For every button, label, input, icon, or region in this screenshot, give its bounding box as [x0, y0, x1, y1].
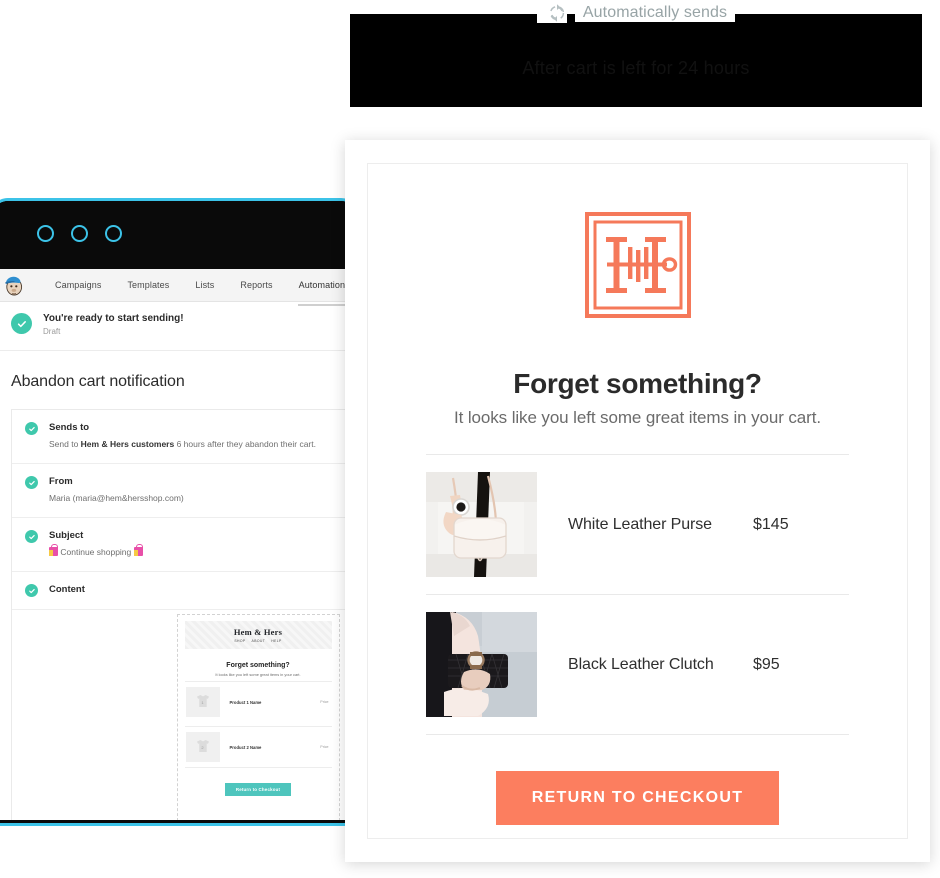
status-subtitle: Draft — [43, 327, 61, 336]
thumbnail-nav-about: ABOUT — [251, 639, 266, 643]
setting-label-content: Content — [49, 584, 85, 595]
status-title: You're ready to start sending! — [43, 313, 184, 324]
product-row[interactable]: Black Leather Clutch $95 — [426, 595, 849, 735]
window-maximize-button[interactable] — [105, 225, 122, 242]
shopping-bag-emoji — [49, 544, 58, 556]
thumbnail-product-price: Price — [320, 745, 329, 749]
nav-item-lists[interactable]: Lists — [182, 280, 227, 290]
email-cta-wrap: RETURN TO CHECKOUT — [368, 771, 907, 825]
check-circle-icon — [25, 422, 38, 435]
app-nav-links: Campaigns Templates Lists Reports Automa… — [42, 280, 356, 306]
product-name: White Leather Purse — [568, 515, 712, 533]
email-subhead: It looks like you left some great items … — [454, 408, 821, 427]
check-circle-icon — [25, 584, 38, 597]
thumbnail-product-name: Product 1 Name — [229, 699, 262, 705]
setting-row-from[interactable]: From Maria (maria@hem&hersshop.com) — [12, 464, 356, 518]
campaign-status-strip: You're ready to start sending! Draft — [0, 302, 356, 351]
browser-titlebar — [0, 201, 356, 269]
browser-window: Campaigns Templates Lists Reports Automa… — [0, 198, 359, 826]
thumbnail-nav-help: HELP — [271, 639, 282, 643]
thumbnail-masthead: Hem & Hers SHOP ABOUT HELP — [184, 621, 332, 649]
hem-and-hers-monogram-icon — [583, 210, 693, 325]
thumbnail-product-index: 1 — [201, 700, 204, 705]
setting-label-subject: Subject — [49, 530, 84, 541]
setting-label-from: From — [49, 476, 73, 487]
automation-trigger-legend: Automatically sends — [348, 0, 924, 26]
thumbnail-footer-space — [185, 796, 332, 820]
product-price: $145 — [753, 515, 789, 533]
window-controls — [37, 225, 122, 242]
content-preview-wrap: Hem & Hers SHOP ABOUT HELP Forget someth… — [12, 610, 356, 820]
thumbnail-subhead: It looks like you left some great items … — [215, 672, 301, 677]
white-leather-purse-photo — [426, 472, 537, 577]
setting-value-sends-to: Send to Hem & Hers customers 6 hours aft… — [49, 439, 316, 449]
thumbnail-product-price: Price — [320, 700, 329, 704]
shopping-bag-emoji — [133, 544, 143, 556]
browser-viewport: Campaigns Templates Lists Reports Automa… — [0, 269, 356, 820]
setting-value-subject: Continue shopping — [49, 544, 342, 559]
thumbnail-product-name: Product 2 Name — [229, 744, 262, 750]
return-to-checkout-button[interactable]: RETURN TO CHECKOUT — [495, 771, 780, 825]
app-navbar: Campaigns Templates Lists Reports Automa… — [0, 269, 356, 306]
product-price: $95 — [753, 655, 780, 673]
check-circle-icon — [11, 313, 32, 334]
mailchimp-freddie-icon[interactable] — [2, 273, 26, 297]
automation-trigger-box: After cart is left for 24 hours — [348, 12, 924, 109]
check-circle-icon — [25, 476, 38, 489]
email-logo-wrap — [368, 164, 907, 325]
product-name: Black Leather Clutch — [568, 655, 714, 673]
email-headline: Forget something? — [513, 368, 762, 399]
email-body: Forget something? It looks like you left… — [367, 163, 908, 839]
nav-item-reports[interactable]: Reports — [227, 280, 285, 290]
email-preview-card: Forget something? It looks like you left… — [345, 140, 930, 862]
sync-icon — [536, 3, 567, 23]
thumbnail-brand-name: Hem & Hers — [233, 627, 283, 637]
thumbnail-product-image: 1 — [185, 687, 220, 717]
trigger-legend-label: Automatically sends — [574, 4, 736, 22]
email-product-list: White Leather Purse $145 Black Leather C… — [426, 454, 849, 735]
email-template-thumbnail[interactable]: Hem & Hers SHOP ABOUT HELP Forget someth… — [176, 614, 340, 820]
thumbnail-cta-wrap: Return to Checkout — [184, 767, 332, 796]
thumbnail-cta-button: Return to Checkout — [224, 783, 292, 796]
window-minimize-button[interactable] — [71, 225, 88, 242]
campaign-title: Abandon cart notification — [0, 351, 356, 409]
window-close-button[interactable] — [37, 225, 54, 242]
thumbnail-nav: SHOP ABOUT HELP — [234, 639, 281, 643]
check-circle-icon — [25, 530, 38, 543]
campaign-settings-card: Sends to Send to Hem & Hers customers 6 … — [11, 409, 356, 820]
setting-row-content[interactable]: Content — [12, 572, 356, 610]
setting-row-sends-to[interactable]: Sends to Send to Hem & Hers customers 6 … — [12, 410, 356, 464]
thumbnail-product-index: 2 — [201, 745, 204, 750]
thumbnail-headline: Forget something? — [226, 662, 290, 669]
setting-value-from: Maria (maria@hem&hersshop.com) — [49, 493, 184, 503]
setting-row-subject[interactable]: Subject Continue shopping — [12, 518, 356, 572]
thumbnail-product-row: 2 Product 2 Name Price — [184, 726, 332, 767]
thumbnail-product-row: 1 Product 1 Name Price — [184, 681, 332, 722]
screenshot-stage: After cart is left for 24 hours Automati… — [0, 0, 940, 878]
thumbnail-nav-shop: SHOP — [234, 639, 246, 643]
trigger-condition-text: After cart is left for 24 hours — [522, 58, 750, 78]
setting-label-sends-to: Sends to — [49, 422, 90, 433]
product-row[interactable]: White Leather Purse $145 — [426, 455, 849, 595]
black-leather-clutch-photo — [426, 612, 537, 717]
thumbnail-product-image: 2 — [185, 732, 220, 762]
nav-item-campaigns[interactable]: Campaigns — [42, 280, 114, 290]
nav-item-templates[interactable]: Templates — [114, 280, 182, 290]
